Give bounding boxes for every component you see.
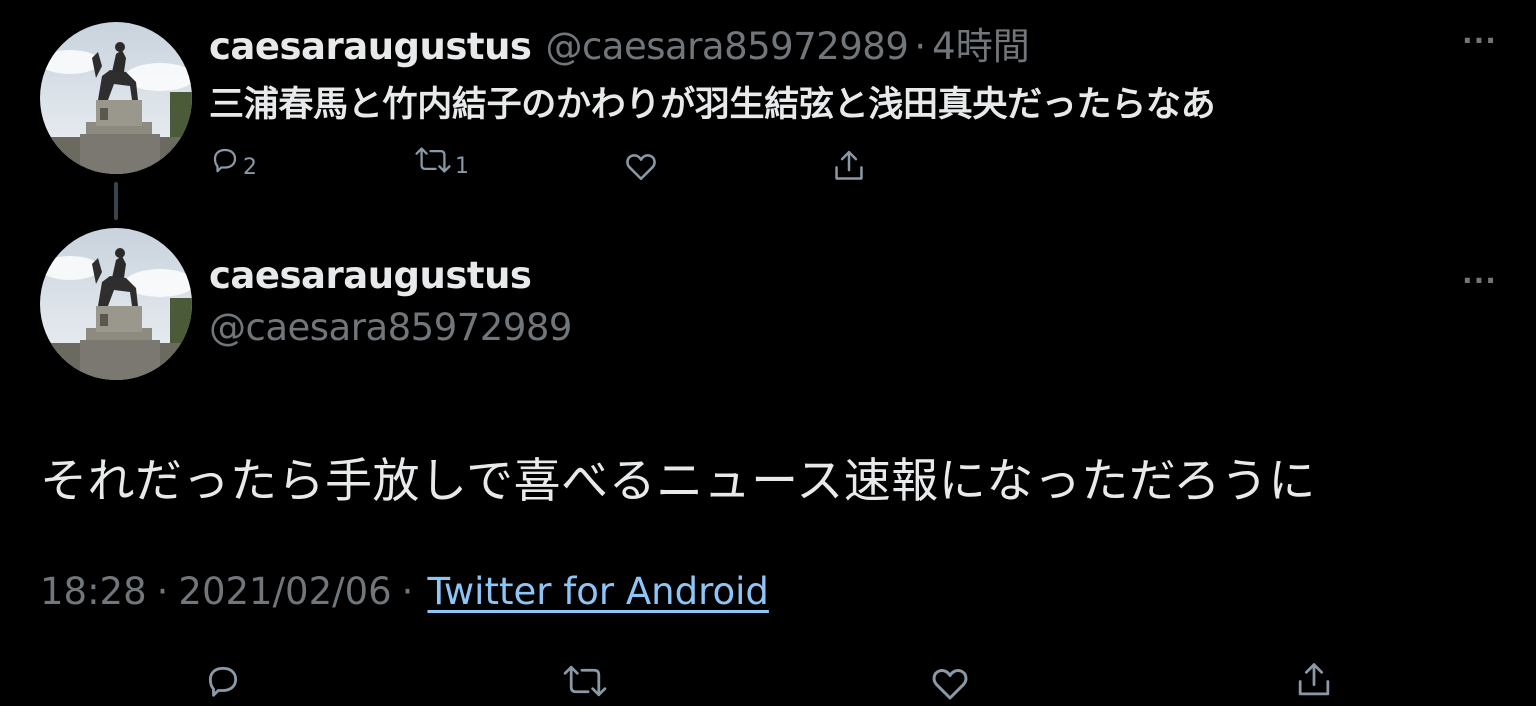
- parent-like-button[interactable]: [624, 150, 658, 186]
- parent-timestamp[interactable]: 4時間: [932, 16, 1030, 70]
- parent-retweet-button[interactable]: 1: [414, 146, 469, 178]
- parent-tweet-header: caesaraugustus @caesara85972989 · 4時間: [209, 16, 1030, 68]
- main-display-name[interactable]: caesaraugustus: [209, 254, 532, 297]
- tweet-metadata: 18:28 · 2021/02/06 · Twitter for Android: [40, 570, 769, 613]
- meta-separator-2: ·: [401, 570, 414, 613]
- main-retweet-button[interactable]: [562, 664, 608, 702]
- parent-tweet-text: 三浦春馬と竹内結子のかわりが羽生結弦と浅田真央だったらなあ: [209, 85, 1216, 125]
- parent-display-name[interactable]: caesaraugustus: [209, 25, 532, 68]
- tweet-source-link[interactable]: Twitter for Android: [427, 570, 768, 613]
- retweet-count: 1: [455, 154, 469, 179]
- main-handle[interactable]: @caesara85972989: [209, 306, 572, 349]
- main-tweet-text: それだったら手放しで喜べるニュース速報になっただろうに: [40, 454, 1316, 509]
- reply-count: 2: [243, 155, 257, 180]
- like-icon: [930, 664, 970, 706]
- parent-reply-button[interactable]: 2: [210, 145, 257, 179]
- retweet-icon: [414, 146, 452, 178]
- parent-avatar[interactable]: [40, 22, 192, 174]
- parent-share-button[interactable]: [832, 148, 866, 188]
- main-avatar[interactable]: [40, 228, 192, 380]
- main-more-icon[interactable]: ···: [1462, 264, 1497, 297]
- tweet-time: 18:28: [40, 570, 147, 613]
- meta-separator-1: ·: [156, 570, 169, 613]
- share-icon: [832, 148, 866, 188]
- like-icon: [624, 150, 658, 186]
- retweet-icon: [562, 664, 608, 702]
- main-share-button[interactable]: [1294, 660, 1334, 704]
- parent-more-icon[interactable]: ···: [1462, 24, 1497, 57]
- reply-icon: [210, 145, 240, 179]
- share-icon: [1294, 660, 1334, 704]
- main-like-button[interactable]: [930, 664, 970, 706]
- tweet-date: 2021/02/06: [178, 570, 392, 613]
- thread-connector-line: [114, 182, 118, 220]
- parent-separator: ·: [914, 25, 927, 68]
- parent-handle[interactable]: @caesara85972989: [545, 25, 908, 68]
